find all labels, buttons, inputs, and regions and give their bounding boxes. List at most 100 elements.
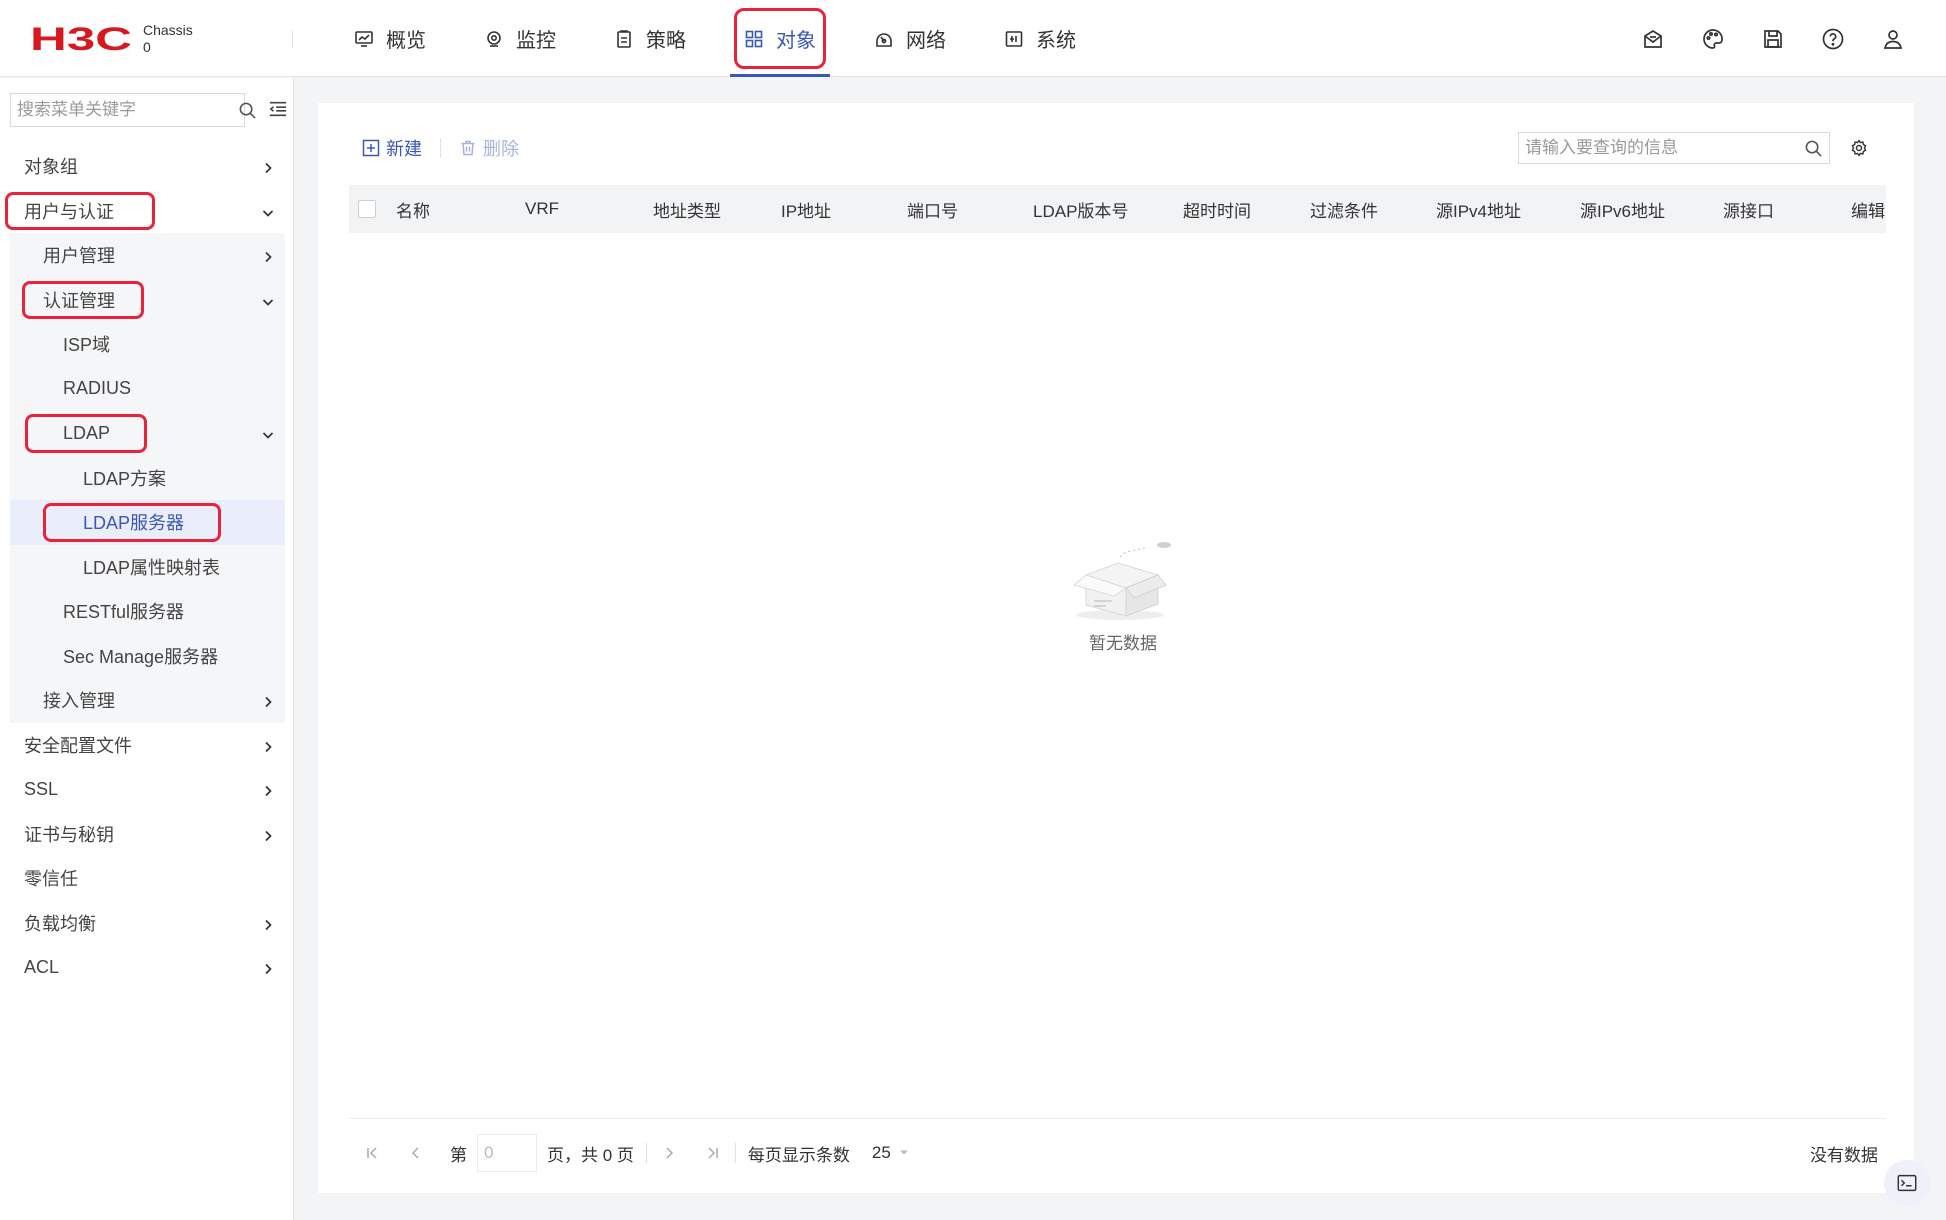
delete-button[interactable]: 删除 (459, 135, 519, 161)
sidebar-item-label: 证书与秘钥 (24, 824, 114, 845)
theme-palette-icon[interactable] (1700, 26, 1726, 52)
trash-icon (459, 139, 477, 157)
sidebar-item-0[interactable]: 对象组 (10, 144, 285, 189)
add-icon (362, 139, 380, 157)
network-icon (874, 29, 894, 49)
prev-page-icon[interactable] (406, 1143, 426, 1163)
sidebar-item-sec-manage[interactable]: Sec Manage服务器 (10, 633, 285, 678)
new-button[interactable]: 新建 (362, 135, 422, 161)
chevron-right-icon (261, 248, 275, 263)
nav-label: 策略 (646, 30, 686, 52)
nav-dashboard[interactable]: 概览 (340, 0, 440, 77)
sidebar-item-acl[interactable]: ACL (10, 945, 285, 990)
sidebar-item-16[interactable]: 零信任 (10, 856, 285, 901)
sidebar-item-label: 用户与认证 (24, 201, 114, 222)
sidebar-item-isp[interactable]: ISP域 (10, 322, 285, 367)
nav-monitor[interactable]: 监控 (470, 0, 570, 77)
chevron-right-icon (261, 693, 275, 708)
next-page-icon[interactable] (659, 1143, 679, 1163)
user-icon[interactable] (1880, 26, 1906, 52)
h3c-logo[interactable]: H3C (30, 24, 134, 54)
sidebar-item-label: 对象组 (24, 157, 78, 178)
sidebar-item-label: LDAP属性映射表 (83, 557, 221, 578)
top-bar: H3C Chassis 0 概览 监控 策略 对象 网络 系统 (0, 0, 1946, 77)
divider (734, 1143, 736, 1163)
sidebar-item-ldap[interactable]: LDAP (10, 411, 285, 456)
page-scrollbar[interactable] (1936, 78, 1946, 1220)
sidebar-item-2[interactable]: 用户管理 (10, 233, 285, 278)
nav-policy[interactable]: 策略 (600, 0, 700, 77)
sidebar-item-13[interactable]: 安全配置文件 (10, 723, 285, 768)
sidebar-item-12[interactable]: 接入管理 (10, 678, 285, 723)
sidebar-item-label: Sec Manage服务器 (63, 646, 219, 667)
sidebar-item-label: SSL (24, 778, 59, 799)
column-header[interactable]: 名称 (396, 185, 430, 233)
divider (440, 138, 441, 158)
column-header[interactable]: 过滤条件 (1310, 185, 1378, 233)
sidebar-item-17[interactable]: 负载均衡 (10, 901, 285, 946)
table-search-input[interactable] (1519, 133, 1797, 163)
table-search (1518, 132, 1830, 164)
column-header[interactable]: IP地址 (781, 185, 831, 233)
last-page-icon[interactable] (703, 1143, 723, 1163)
message-icon[interactable] (1640, 26, 1666, 52)
delete-button-label: 删除 (483, 139, 519, 159)
chevron-right-icon (261, 782, 275, 797)
object-grid-icon (744, 29, 764, 49)
divider (349, 1118, 1886, 1119)
top-tools (1606, 0, 1946, 77)
empty-state: 暂无数据 (1063, 539, 1183, 654)
page-size-select[interactable]: 25 (872, 1143, 909, 1163)
search-icon[interactable] (238, 101, 257, 120)
nav-system[interactable]: 系统 (990, 0, 1090, 77)
chevron-down-icon (261, 426, 275, 440)
sidebar-item-15[interactable]: 证书与秘钥 (10, 812, 285, 857)
sidebar-item-ldap[interactable]: LDAP方案 (10, 455, 285, 500)
column-header[interactable]: LDAP版本号 (1033, 185, 1128, 233)
column-header[interactable]: 超时时间 (1183, 185, 1251, 233)
pagination-status: 没有数据 (1810, 1146, 1878, 1165)
console-button[interactable] (1884, 1160, 1930, 1206)
chevron-right-icon (261, 916, 275, 930)
monitor-icon (484, 29, 504, 49)
new-button-label: 新建 (386, 139, 422, 159)
page-number-input[interactable] (477, 1134, 537, 1172)
chevron-down-icon (899, 1150, 908, 1155)
search-icon[interactable] (1797, 139, 1829, 158)
sidebar-item-restful[interactable]: RESTful服务器 (10, 589, 285, 634)
sidebar-item-label: RADIUS (63, 378, 132, 399)
system-icon (1004, 29, 1024, 49)
nav-label: 对象 (776, 30, 816, 52)
sidebar-item-3[interactable]: 认证管理 (10, 277, 285, 322)
gear-icon[interactable] (1850, 139, 1870, 159)
column-header[interactable]: 地址类型 (653, 185, 721, 233)
select-all-checkbox[interactable] (358, 200, 376, 218)
first-page-icon[interactable] (362, 1143, 382, 1163)
chevron-right-icon (261, 960, 275, 975)
sidebar-item-label: RESTful服务器 (63, 602, 185, 623)
column-header[interactable]: 源IPv6地址 (1580, 185, 1665, 233)
nav-label: 网络 (906, 30, 946, 52)
column-header[interactable]: 源接口 (1723, 185, 1774, 233)
sidebar-item-ldap[interactable]: LDAP属性映射表 (10, 544, 285, 589)
column-header[interactable]: VRF (525, 185, 559, 233)
chevron-down-icon (261, 293, 275, 307)
sidebar-menu: 对象组 用户与认证 用户管理 认证管理 ISP域 RADIUS LDAP LDAP方案 LDAP… (5, 144, 285, 990)
sidebar-item-ssl[interactable]: SSL (10, 767, 285, 812)
collapse-menu-icon[interactable] (268, 100, 290, 120)
help-icon[interactable] (1820, 26, 1846, 52)
sidebar-item-1[interactable]: 用户与认证 (5, 189, 285, 234)
save-icon[interactable] (1760, 26, 1786, 52)
sidebar-item-radius[interactable]: RADIUS (10, 366, 285, 411)
nav-object[interactable]: 对象 (730, 0, 830, 77)
column-header[interactable]: 源IPv4地址 (1436, 185, 1521, 233)
chevron-right-icon (261, 738, 275, 752)
column-header[interactable]: 编辑 (1851, 185, 1885, 233)
nav-network[interactable]: 网络 (860, 0, 960, 77)
nav-label: 监控 (516, 30, 556, 52)
sidebar-item-ldap[interactable]: LDAP服务器 (10, 500, 285, 545)
toolbar: 新建 删除 (362, 133, 519, 163)
column-header[interactable]: 端口号 (907, 185, 958, 233)
chevron-right-icon (261, 827, 275, 841)
menu-search-input[interactable] (11, 94, 238, 126)
